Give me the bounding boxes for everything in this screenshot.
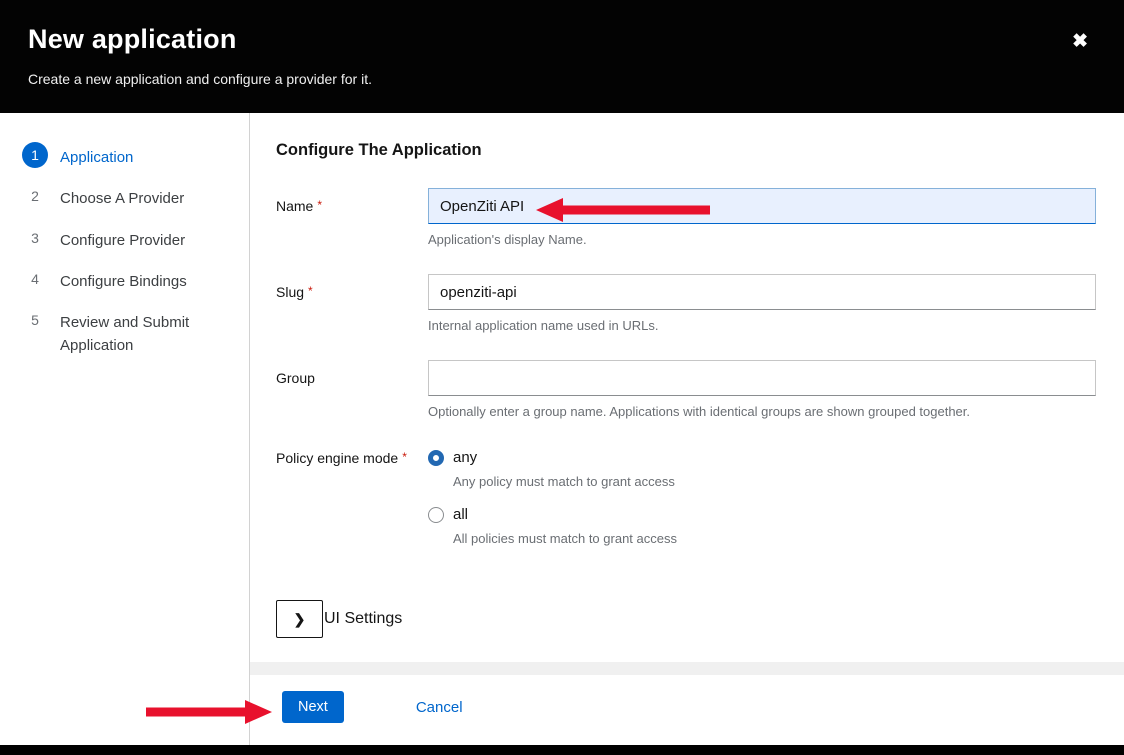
form-heading: Configure The Application xyxy=(276,141,1096,160)
step-number: 3 xyxy=(22,225,48,251)
step-number: 4 xyxy=(22,266,48,292)
slug-input[interactable] xyxy=(428,274,1096,310)
required-marker: * xyxy=(402,450,407,464)
ui-settings-label: UI Settings xyxy=(324,610,402,628)
slug-help-text: Internal application name used in URLs. xyxy=(428,318,1096,333)
step-choose-provider[interactable]: 2 Choose A Provider xyxy=(0,176,249,217)
modal-header: New application Create a new application… xyxy=(0,0,1124,113)
step-review-submit[interactable]: 5 Review and Submit Application xyxy=(0,300,249,365)
new-application-modal: New application Create a new application… xyxy=(0,0,1124,745)
form-area: Configure The Application Name * Applicat… xyxy=(250,113,1124,662)
modal-subtitle: Create a new application and configure a… xyxy=(28,71,1094,87)
wizard-content: Configure The Application Name * Applicat… xyxy=(250,113,1124,745)
policy-mode-field-wrap: any Any policy must match to grant acces… xyxy=(428,446,1096,560)
modal-body: 1 Application 2 Choose A Provider 3 Conf… xyxy=(0,113,1124,745)
ui-settings-expandable: ❯ UI Settings xyxy=(276,600,1096,638)
slug-field-wrap: Internal application name used in URLs. xyxy=(428,274,1096,333)
group-help-text: Optionally enter a group name. Applicati… xyxy=(428,404,1096,419)
step-configure-bindings[interactable]: 4 Configure Bindings xyxy=(0,259,249,300)
name-field-wrap: Application's display Name. xyxy=(428,188,1096,247)
policy-any-label[interactable]: any xyxy=(453,449,477,466)
slug-label: Slug * xyxy=(276,274,428,333)
group-label: Group xyxy=(276,360,428,419)
slug-form-row: Slug * Internal application name used in … xyxy=(276,274,1096,333)
cancel-link[interactable]: Cancel xyxy=(416,699,463,716)
policy-mode-label: Policy engine mode * xyxy=(276,446,428,560)
horizontal-scrollbar-track[interactable] xyxy=(250,662,1124,675)
group-field-wrap: Optionally enter a group name. Applicati… xyxy=(428,360,1096,419)
name-help-text: Application's display Name. xyxy=(428,232,1096,247)
chevron-right-icon[interactable]: ❯ xyxy=(276,600,323,638)
required-marker: * xyxy=(308,284,313,298)
slug-label-text: Slug xyxy=(276,284,304,300)
group-form-row: Group Optionally enter a group name. App… xyxy=(276,360,1096,419)
policy-all-label[interactable]: all xyxy=(453,506,468,523)
policy-option-all[interactable]: all xyxy=(428,503,1096,523)
policy-any-help: Any policy must match to grant access xyxy=(453,474,1096,489)
step-label: Application xyxy=(48,142,133,169)
policy-mode-form-row: Policy engine mode * any Any policy must … xyxy=(276,446,1096,560)
next-button[interactable]: Next xyxy=(282,691,344,723)
radio-unchecked-icon[interactable] xyxy=(428,507,444,523)
wizard-steps-sidebar: 1 Application 2 Choose A Provider 3 Conf… xyxy=(0,113,250,745)
step-number: 2 xyxy=(22,183,48,209)
step-configure-provider[interactable]: 3 Configure Provider xyxy=(0,218,249,259)
modal-title: New application xyxy=(28,24,1094,55)
name-label-text: Name xyxy=(276,198,313,214)
required-marker: * xyxy=(317,198,322,212)
step-label: Configure Provider xyxy=(48,225,185,252)
group-input[interactable] xyxy=(428,360,1096,396)
name-input[interactable] xyxy=(428,188,1096,224)
step-number: 5 xyxy=(22,307,48,333)
name-form-row: Name * Application's display Name. xyxy=(276,188,1096,247)
close-icon[interactable]: ✖ xyxy=(1068,28,1092,55)
policy-all-help: All policies must match to grant access xyxy=(453,531,1096,546)
step-label: Choose A Provider xyxy=(48,183,184,210)
step-label: Configure Bindings xyxy=(48,266,187,293)
policy-option-any[interactable]: any xyxy=(428,446,1096,466)
name-label: Name * xyxy=(276,188,428,247)
wizard-footer: Next Cancel xyxy=(250,675,1124,745)
screen: New application Create a new application… xyxy=(0,0,1124,755)
group-label-text: Group xyxy=(276,370,315,386)
radio-checked-icon[interactable] xyxy=(428,450,444,466)
step-application[interactable]: 1 Application xyxy=(0,135,249,176)
step-label: Review and Submit Application xyxy=(48,307,235,358)
step-number-badge: 1 xyxy=(22,142,48,168)
policy-mode-label-text: Policy engine mode xyxy=(276,450,398,466)
